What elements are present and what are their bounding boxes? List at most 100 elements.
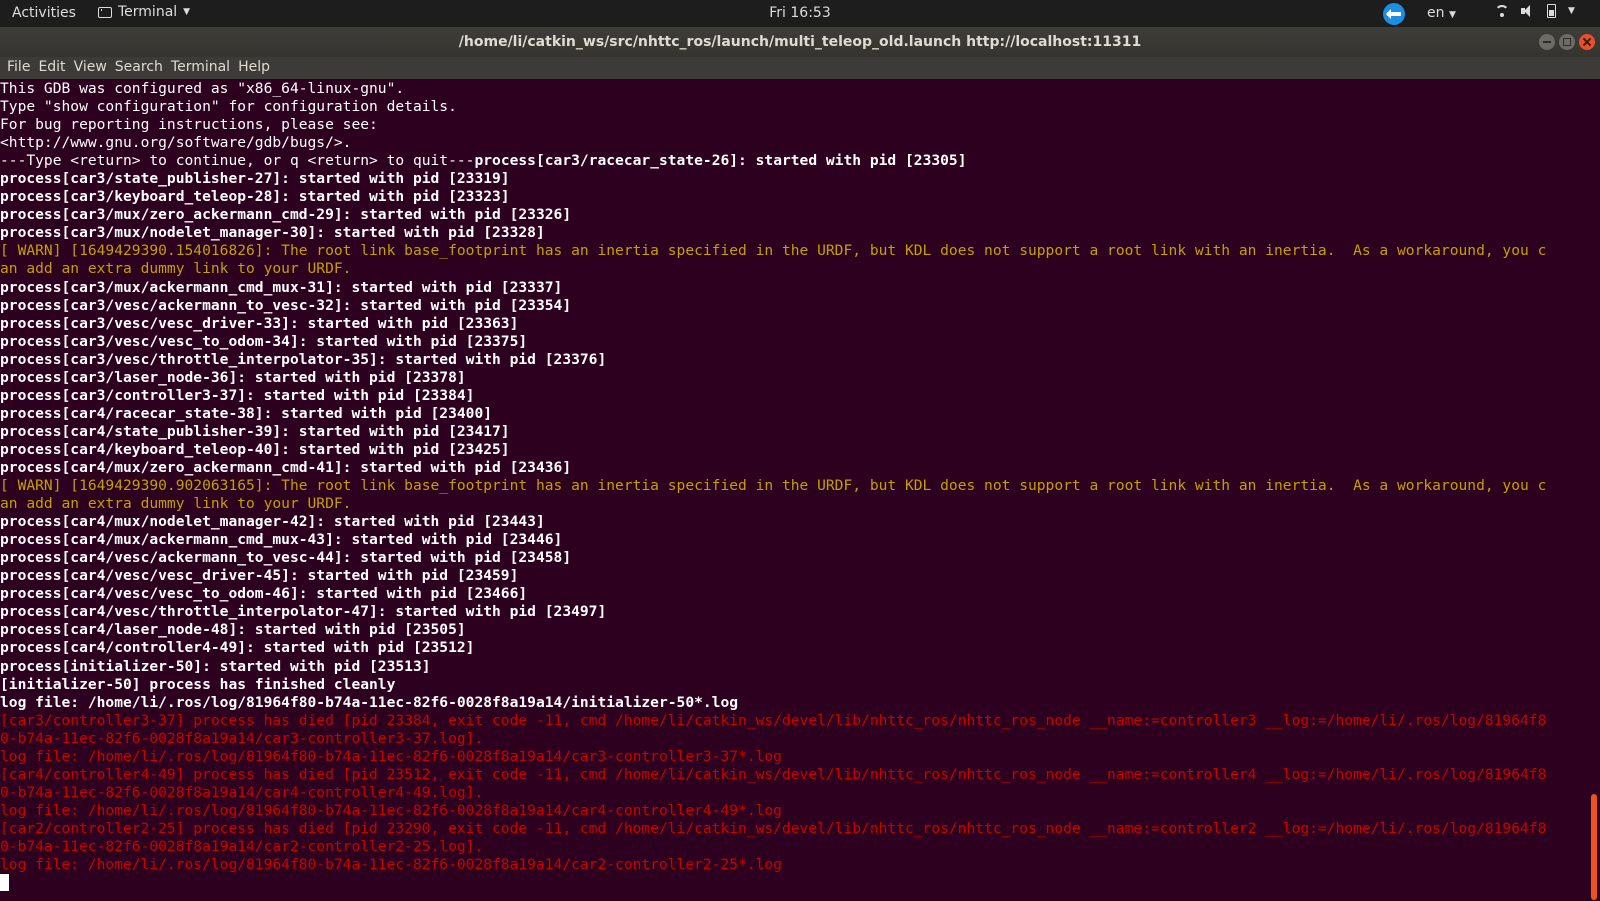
terminal-line-text: process[car3/controller3-37]: started wi… [0,386,475,404]
terminal-line-text: [ WARN] [1649429390.154016826]: The root… [0,242,1547,260]
teamviewer-icon[interactable] [1383,3,1405,25]
language-label: en [1427,5,1445,21]
terminal-line: process[car3/keyboard_teleop-28]: starte… [0,188,1588,206]
terminal-line: <http://www.gnu.org/software/gdb/bugs/>. [0,134,1588,152]
terminal-line: process[car4/mux/zero_ackermann_cmd-41]:… [0,459,1588,477]
wifi-icon [1495,5,1509,17]
terminal-line-text: process[initializer-50]: started with pi… [0,657,431,675]
terminal-line-text: process[car3/racecar_state-26]: started … [474,152,967,170]
terminal-line: process[car4/vesc/vesc_to_odom-46]: star… [0,585,1588,603]
terminal-line: process[car3/state_publisher-27]: starte… [0,170,1588,188]
terminal-line-text: process[car3/keyboard_teleop-28]: starte… [0,188,510,206]
terminal-line-text: process[car3/state_publisher-27]: starte… [0,170,510,188]
terminal-line-text: log file: /home/li/.ros/log/81964f80-b74… [0,856,782,874]
minimize-button[interactable] [1539,34,1555,50]
chevron-down-icon: ▼ [1448,10,1456,20]
app-menu[interactable]: Terminal ▼ [98,4,190,20]
terminal-line-text: process[car4/racecar_state-38]: started … [0,404,493,422]
terminal-line: process[car4/racecar_state-38]: started … [0,405,1588,423]
terminal-line: 0-b74a-11ec-82f6-0028f8a19a14/car4-contr… [0,784,1588,802]
terminal-line: process[car4/mux/ackermann_cmd_mux-43]: … [0,531,1588,549]
terminal-line: process[car3/vesc/vesc_driver-33]: start… [0,315,1588,333]
terminal-line-text: process[car4/state_publisher-39]: starte… [0,422,510,440]
terminal-line-text: ---Type <return> to continue, or q <retu… [0,152,475,170]
terminal-line-text: 0-b74a-11ec-82f6-0028f8a19a14/car4-contr… [0,783,484,801]
terminal-line: [initializer-50] process has finished cl… [0,676,1588,694]
terminal-line: process[car3/mux/nodelet_manager-30]: st… [0,224,1588,242]
terminal-line: process[car4/mux/nodelet_manager-42]: st… [0,513,1588,531]
terminal-line: process[initializer-50]: started with pi… [0,658,1588,676]
terminal-line: log file: /home/li/.ros/log/81964f80-b74… [0,748,1588,766]
terminal-line-text: <http://www.gnu.org/software/gdb/bugs/>. [0,134,352,152]
terminal-line-text: process[car3/vesc/vesc_to_odom-34]: star… [0,332,528,350]
terminal-icon [98,6,112,18]
terminal-line: process[car4/vesc/ackermann_to_vesc-44]:… [0,549,1588,567]
terminal-line-text: Type "show configuration" for configurat… [0,98,457,116]
terminal-line-text: log file: /home/li/.ros/log/81964f80-b74… [0,801,782,819]
terminal-line: an add an extra dummy link to your URDF. [0,495,1588,513]
terminal-line: process[car4/controller4-49]: started wi… [0,639,1588,657]
terminal-line: process[car4/state_publisher-39]: starte… [0,423,1588,441]
terminal-line-text: process[car3/vesc/vesc_driver-33]: start… [0,314,519,332]
terminal-line-text: process[car4/mux/zero_ackermann_cmd-41]:… [0,458,572,476]
close-button[interactable] [1579,34,1595,50]
terminal-line-text: process[car3/vesc/throttle_interpolator-… [0,350,607,368]
terminal-line-text: process[car4/controller4-49]: started wi… [0,639,475,657]
terminal-line: [car4/controller4-49] process has died [… [0,766,1588,784]
menu-view[interactable]: View [73,57,114,79]
terminal-line: 0-b74a-11ec-82f6-0028f8a19a14/car2-contr… [0,838,1588,856]
terminal-line: [ WARN] [1649429390.902063165]: The root… [0,477,1588,495]
terminal-line: [car3/controller3-37] process has died [… [0,712,1588,730]
terminal-line-text: [ WARN] [1649429390.902063165]: The root… [0,477,1547,495]
terminal-line-text: For bug reporting instructions, please s… [0,116,378,134]
terminal-line-text: process[car3/mux/ackermann_cmd_mux-31]: … [0,278,563,296]
scrollbar-thumb[interactable] [1591,794,1597,900]
terminal-line-text: [car2/controller2-25] process has died [… [0,819,1547,837]
top-bar: Activities Terminal ▼ Fri 16:53 en ▼ ▼ [0,0,1600,27]
prompt-line[interactable] [0,874,1588,892]
terminal-line-text: process[car3/mux/nodelet_manager-30]: st… [0,224,545,242]
chevron-down-icon: ▼ [183,7,191,17]
terminal-line: an add an extra dummy link to your URDF. [0,260,1588,278]
terminal-line: Type "show configuration" for configurat… [0,98,1588,116]
maximize-button[interactable] [1559,34,1575,50]
terminal-line-text: process[car4/laser_node-48]: started wit… [0,621,466,639]
terminal-line: process[car3/mux/zero_ackermann_cmd-29]:… [0,206,1588,224]
terminal-line: ---Type <return> to continue, or q <retu… [0,152,1588,170]
terminal-line-text: process[car4/vesc/vesc_to_odom-46]: star… [0,585,528,603]
activities-button[interactable]: Activities [12,5,76,21]
language-indicator[interactable]: en ▼ [1427,5,1456,21]
menu-help[interactable]: Help [237,57,277,79]
terminal-line: This GDB was configured as "x86_64-linux… [0,80,1588,98]
terminal-line-text: process[car4/mux/nodelet_manager-42]: st… [0,513,545,531]
terminal-line-text: [car4/controller4-49] process has died [… [0,765,1547,783]
terminal-line-text: process[car4/keyboard_teleop-40]: starte… [0,440,510,458]
terminal-line: [ WARN] [1649429390.154016826]: The root… [0,242,1588,260]
cursor [0,874,9,892]
terminal-output[interactable]: This GDB was configured as "x86_64-linux… [0,79,1588,901]
window-title-bar[interactable]: /home/li/catkin_ws/src/nhttc_ros/launch/… [0,27,1600,57]
terminal-line: log file: /home/li/.ros/log/81964f80-b74… [0,802,1588,820]
clock-container: Fri 16:53 [0,5,1600,21]
terminal-line: log file: /home/li/.ros/log/81964f80-b74… [0,856,1588,874]
terminal-line-text: This GDB was configured as "x86_64-linux… [0,80,405,97]
terminal-line-text: process[car3/vesc/ackermann_to_vesc-32]:… [0,296,572,314]
terminal-line-text: log file: /home/li/.ros/log/81964f80-b74… [0,747,782,765]
menu-bar: File Edit View Search Terminal Help [0,57,1600,79]
menu-search[interactable]: Search [114,57,170,79]
clock[interactable]: Fri 16:53 [769,5,830,21]
window-title: /home/li/catkin_ws/src/nhttc_ros/launch/… [458,34,1142,50]
terminal-line-text: process[car4/vesc/vesc_driver-45]: start… [0,567,519,585]
terminal-line-text: 0-b74a-11ec-82f6-0028f8a19a14/car3-contr… [0,729,484,747]
system-menu[interactable]: ▼ [1495,4,1575,18]
terminal-line: process[car3/mux/ackermann_cmd_mux-31]: … [0,279,1588,297]
terminal-line: process[car4/keyboard_teleop-40]: starte… [0,441,1588,459]
terminal-line-text: an add an extra dummy link to your URDF. [0,495,352,513]
terminal-line: process[car4/vesc/vesc_driver-45]: start… [0,567,1588,585]
menu-terminal[interactable]: Terminal [170,57,237,79]
scrollbar[interactable] [1588,79,1600,900]
terminal-line-text: an add an extra dummy link to your URDF. [0,260,352,278]
menu-file[interactable]: File [6,57,37,79]
menu-edit[interactable]: Edit [37,57,72,79]
terminal-line: process[car3/controller3-37]: started wi… [0,387,1588,405]
